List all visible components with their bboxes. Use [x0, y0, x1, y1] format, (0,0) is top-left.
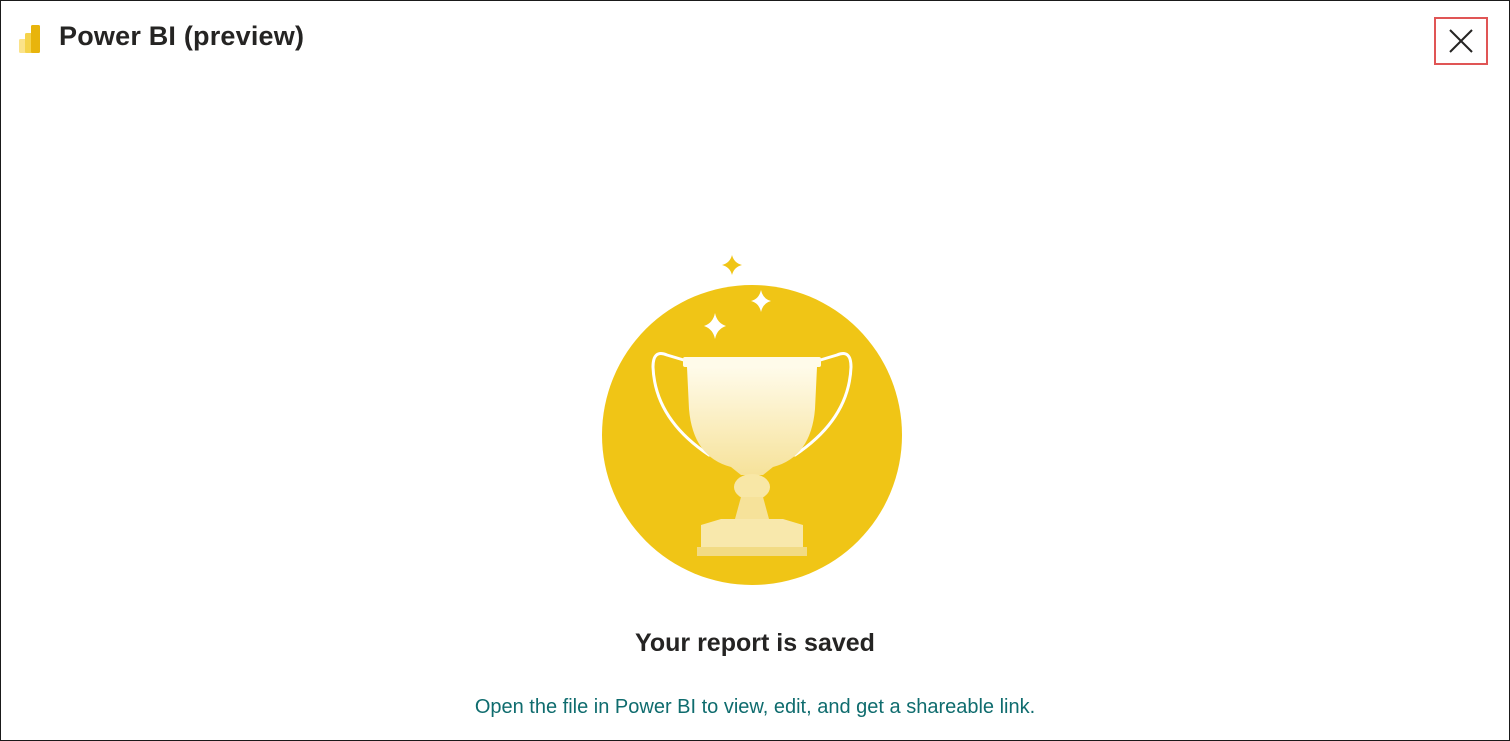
save-success-heading: Your report is saved [635, 629, 875, 657]
save-confirmation-dialog: Power BI (preview) Your report is saved … [0, 0, 1510, 741]
power-bi-logo-icon [19, 25, 40, 53]
close-button[interactable] [1434, 17, 1488, 65]
sparkle-icon [722, 255, 742, 275]
dialog-title: Power BI (preview) [59, 21, 305, 51]
open-in-power-bi-message: Open the file in Power BI to view, edit,… [474, 696, 1036, 718]
close-icon [1449, 29, 1473, 53]
dialog-titlebar: Power BI (preview) [1, 1, 1509, 81]
trophy-illustration [602, 255, 902, 585]
